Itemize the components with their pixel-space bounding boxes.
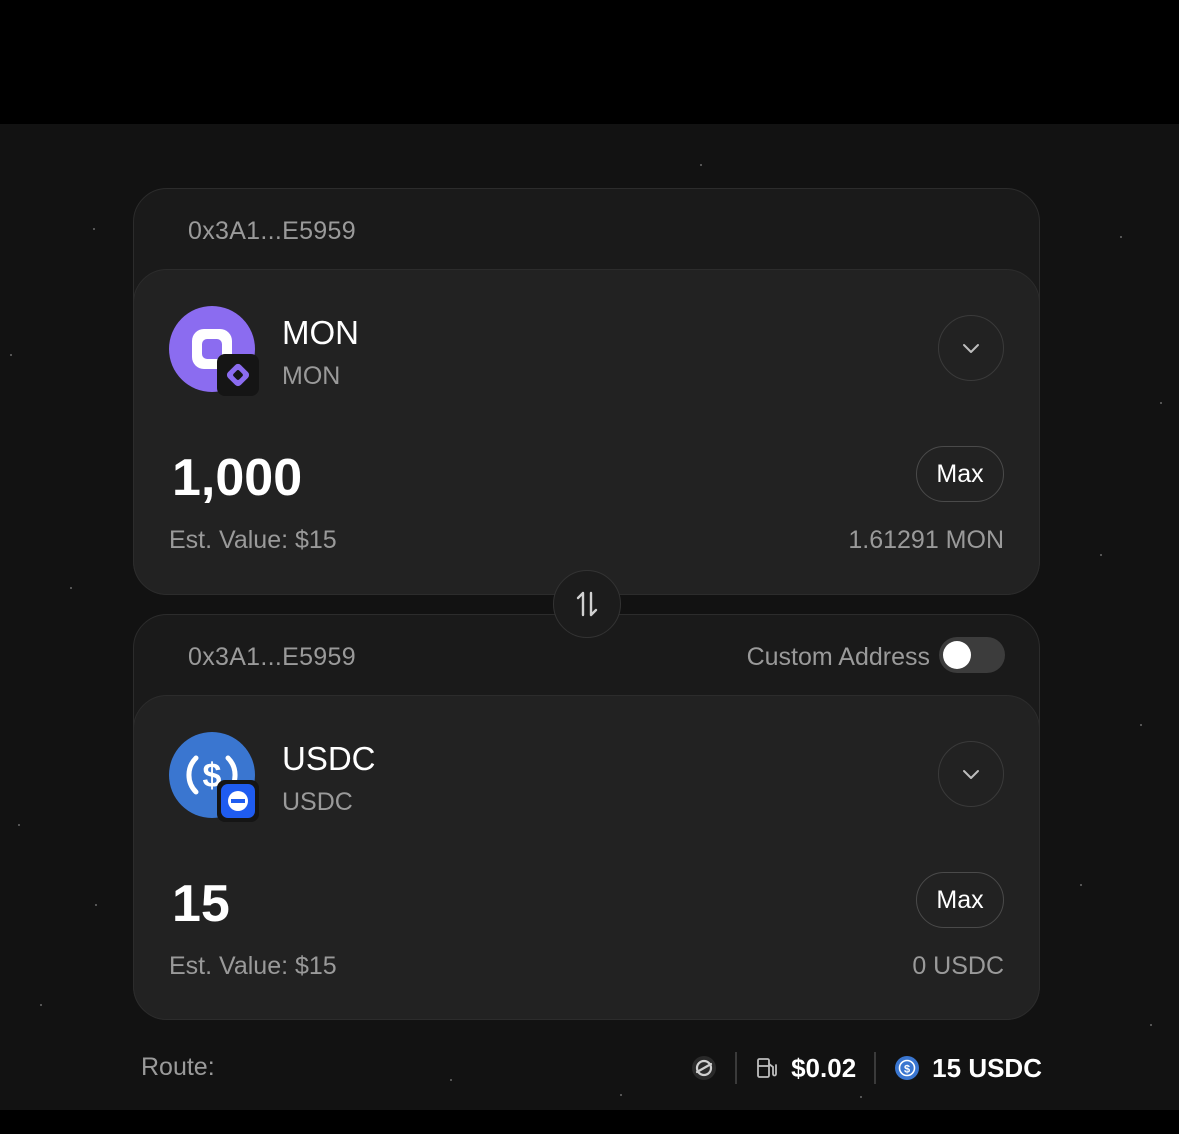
destination-token-symbol: USDC [282,788,353,816]
divider [735,1052,738,1084]
toggle-knob [943,641,971,669]
destination-address: 0x3A1...E5959 [188,643,356,671]
source-token-select-button[interactable] [938,315,1004,381]
source-address: 0x3A1...E5959 [188,217,356,245]
gas-fee: $0.02 [791,1052,857,1083]
destination-token-name: USDC [282,740,376,777]
route-label: Route: [141,1053,215,1081]
source-token-card: MON MON 1,000 Max Est. Value: $15 1.6129… [133,269,1040,595]
route-provider-icon[interactable] [691,1055,717,1081]
destination-est-value: Est. Value: $15 [169,952,337,980]
route-output: 15 USDC [932,1052,1042,1083]
source-token-name: MON [282,314,359,351]
mon-token-icon [169,306,259,396]
source-balance: 1.61291 MON [848,526,1004,554]
divider [874,1052,877,1084]
source-amount-input[interactable]: 1,000 [172,448,302,508]
destination-panel: 0x3A1...E5959 Custom Address $ USDC USDC… [133,614,1040,1020]
destination-token-card: $ USDC USDC 15 Max Est. Value: $15 0 USD… [133,695,1040,1020]
swap-arrows-icon [576,591,598,617]
route-summary: $0.02 $ 15 USDC [691,1048,1042,1088]
usdc-small-icon: $ [894,1055,920,1081]
custom-address-label: Custom Address [746,643,930,671]
source-token-symbol: MON [282,362,341,390]
svg-text:$: $ [904,1064,910,1076]
destination-max-button[interactable]: Max [916,872,1004,928]
chevron-down-icon [963,770,979,779]
usdc-token-icon: $ [169,732,259,822]
swap-direction-button[interactable] [553,570,621,638]
chevron-down-icon [963,344,979,353]
source-panel: 0x3A1...E5959 MON MON 1,000 Max Est. Val… [133,188,1040,595]
source-max-button[interactable]: Max [916,446,1004,502]
custom-address-toggle[interactable] [939,637,1005,673]
source-est-value: Est. Value: $15 [169,526,337,554]
gas-pump-icon [755,1056,779,1080]
destination-balance: 0 USDC [912,952,1004,980]
destination-amount-input[interactable]: 15 [172,874,230,934]
destination-token-select-button[interactable] [938,741,1004,807]
